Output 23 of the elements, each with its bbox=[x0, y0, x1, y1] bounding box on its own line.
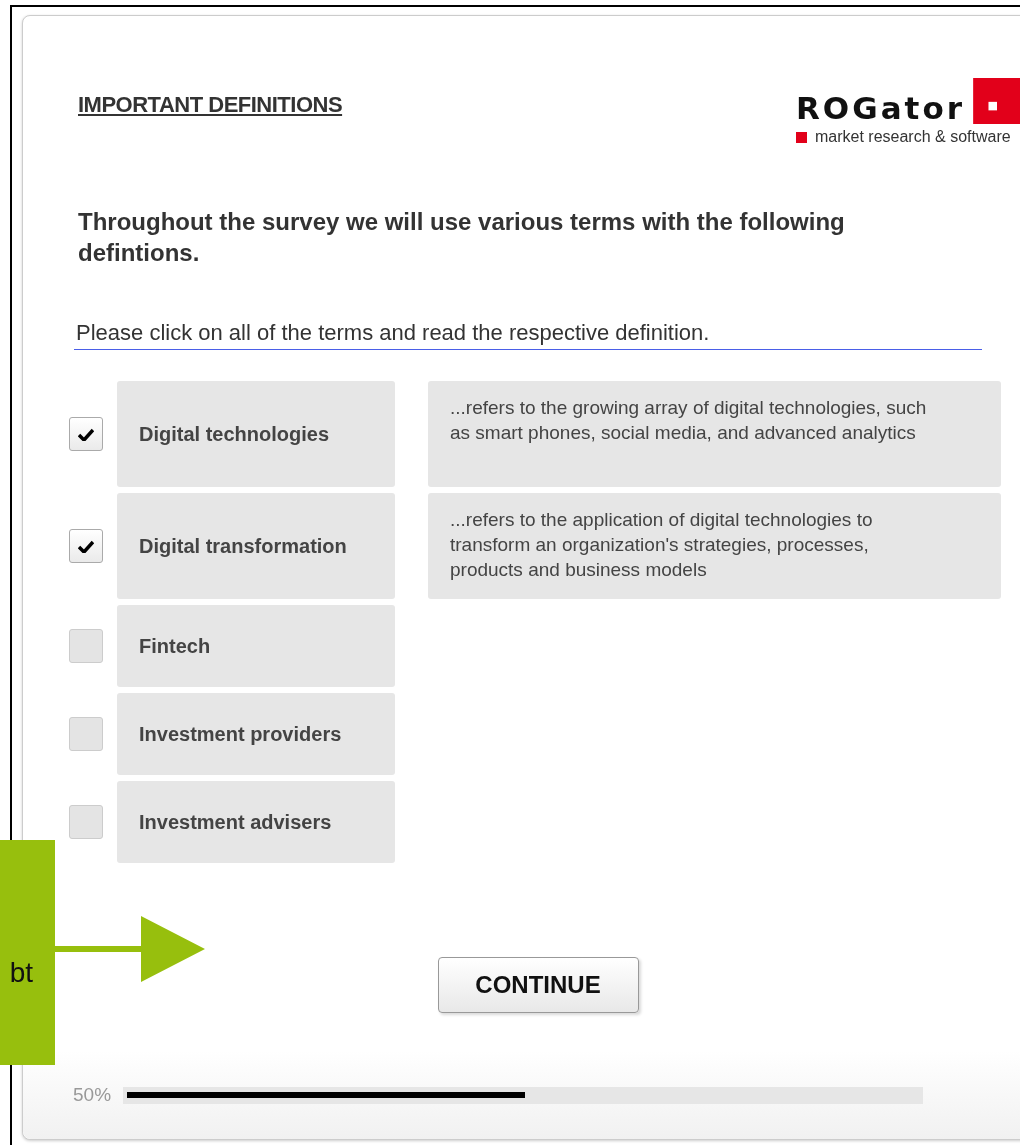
checkbox[interactable] bbox=[69, 417, 103, 451]
bullet-square-icon bbox=[796, 131, 807, 143]
term-button[interactable]: Digital technologies bbox=[117, 381, 395, 487]
checkbox[interactable] bbox=[69, 629, 103, 663]
logo-wordmark: ROGator bbox=[796, 93, 965, 124]
checkbox[interactable] bbox=[69, 529, 103, 563]
callout-text: bt bbox=[9, 956, 33, 989]
checkmark-icon bbox=[78, 427, 94, 441]
definition-text: ...refers to the application of digital technologies to transform an organization's strategies, processes, products and business models bbox=[428, 493, 1001, 599]
term-button[interactable]: Digital transformation bbox=[117, 493, 395, 599]
intro-text: Throughout the survey we will use various terms with the following defintions. bbox=[78, 207, 846, 268]
checkmark-icon bbox=[78, 539, 94, 553]
logo-tagline: market research & software bbox=[815, 128, 1011, 146]
continue-button[interactable]: CONTINUE bbox=[437, 957, 639, 1013]
term-button[interactable]: Investment providers bbox=[117, 693, 395, 775]
term-button[interactable]: Investment advisers bbox=[117, 781, 395, 863]
instruction-text: Please click on all of the terms and read the respective definition. bbox=[74, 320, 982, 350]
page-title: IMPORTANT DEFINITIONS bbox=[78, 92, 343, 118]
checkbox[interactable] bbox=[69, 717, 103, 751]
term-button[interactable]: Fintech bbox=[117, 605, 395, 687]
checkbox[interactable] bbox=[69, 805, 103, 839]
progress-reading: 50% bbox=[73, 1084, 112, 1106]
definition-text: ...refers to the growing array of digital technologies, such as smart phones, social media, and advanced analytics bbox=[428, 381, 1001, 487]
